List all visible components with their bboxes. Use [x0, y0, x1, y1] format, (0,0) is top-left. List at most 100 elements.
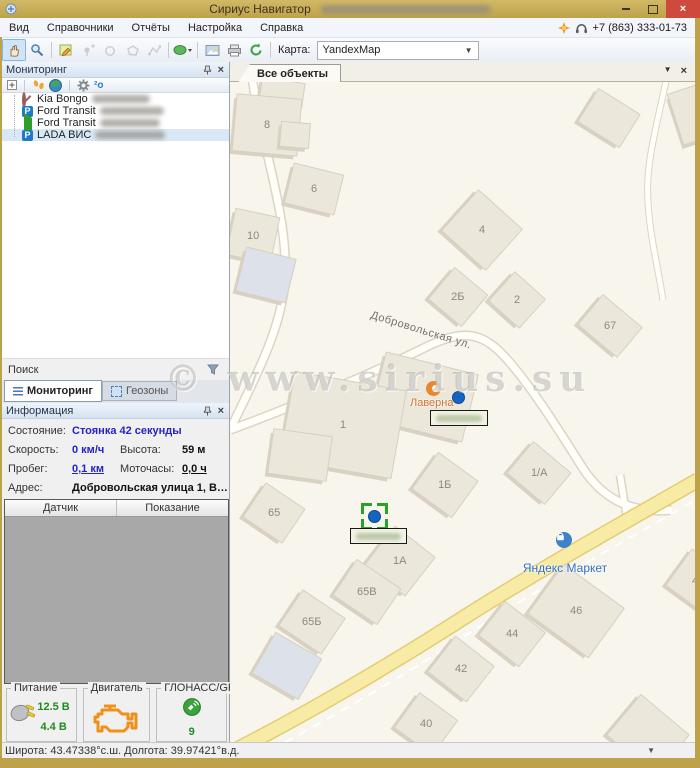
footprints-icon[interactable]	[32, 79, 45, 91]
map-building	[267, 428, 333, 482]
blurred-plate	[92, 95, 150, 103]
toolbar-separator	[197, 42, 198, 58]
laverna-poi-icon	[426, 381, 441, 396]
close-button[interactable]: ×	[666, 0, 700, 18]
chevron-down-icon[interactable]: ▼	[647, 746, 655, 755]
voltage-backup: 4.4 В	[40, 721, 66, 733]
zoom-icon	[30, 43, 44, 57]
map-tab-label: Все объекты	[257, 68, 328, 80]
add-polygon-icon	[126, 44, 139, 57]
engine-hours-value[interactable]: 0,0 ч	[182, 463, 207, 475]
refresh-button[interactable]	[245, 40, 267, 60]
engine-gauge: Двигатель	[83, 688, 150, 742]
menu-help[interactable]: Справка	[251, 20, 312, 36]
add-circle-button[interactable]	[99, 40, 121, 60]
info-panel-title: Информация	[6, 405, 73, 417]
vehicle-map-label	[430, 410, 488, 426]
left-panel: Мониторинг × ²o Kia Bongo P F	[2, 62, 230, 742]
print-button[interactable]	[223, 40, 245, 60]
vehicle-row-lada-vis[interactable]: P LADA ВИС	[2, 129, 229, 141]
blurred-plate	[100, 107, 164, 115]
menu-settings[interactable]: Настройка	[179, 20, 251, 36]
sensors-table-header: Датчик Показание	[5, 500, 228, 517]
menu-directories[interactable]: Справочники	[38, 20, 123, 36]
sensors-table: Датчик Показание	[4, 499, 229, 684]
add-point-button[interactable]	[77, 40, 99, 60]
expand-icon[interactable]	[7, 80, 17, 90]
app-icon	[5, 3, 17, 15]
headset-icon	[575, 22, 588, 34]
minimize-button[interactable]	[612, 0, 639, 18]
satellite-count: 9	[157, 726, 226, 738]
search-label: Поиск	[8, 364, 38, 376]
vehicle-row-kia-bongo[interactable]: Kia Bongo	[2, 93, 229, 105]
vehicle-dot-icon[interactable]	[452, 391, 465, 404]
monitoring-panel-title: Мониторинг	[6, 64, 67, 76]
column-sensor[interactable]: Датчик	[5, 500, 116, 516]
vehicle-name: LADA ВИС	[37, 129, 91, 141]
address-label: Адрес:	[8, 482, 43, 494]
color-icon	[173, 44, 193, 56]
address-value: Добровольская улица 1, Высокое, ...	[72, 482, 228, 494]
close-icon[interactable]: ×	[218, 405, 224, 417]
mileage-label: Пробег:	[8, 463, 48, 475]
counter-icon[interactable]: ²o	[94, 80, 103, 91]
add-point-icon	[82, 44, 95, 57]
map-canvas[interactable]: 861042Б26711Б1/А651А65В65Б4244464048 Доб…	[230, 82, 695, 742]
pin-icon[interactable]	[203, 65, 212, 75]
column-reading[interactable]: Показание	[116, 500, 228, 516]
engine-icon	[92, 701, 140, 735]
title-bar: Сириус Навигатор ×	[0, 0, 700, 18]
toolbar-separator	[270, 42, 271, 58]
chevron-down-icon[interactable]: ▼	[664, 65, 672, 77]
globe-icon[interactable]	[49, 79, 62, 92]
gear-icon[interactable]	[77, 79, 90, 92]
blurred-plate	[95, 131, 165, 139]
tab-label: Мониторинг	[27, 385, 93, 397]
status-parked-icon: P	[22, 130, 33, 141]
map-select-label: Карта:	[278, 44, 311, 56]
map-edit-button[interactable]	[55, 40, 77, 60]
blurred-plate	[436, 415, 482, 422]
map-tab-all-objects[interactable]: Все объекты	[238, 64, 341, 83]
tab-label: Геозоны	[126, 385, 168, 397]
add-polygon-button[interactable]	[121, 40, 143, 60]
gauge-panels: Питание 12.5 В 4.4 В Двигатель ГЛОНАСС/G…	[2, 684, 229, 742]
map-select-combobox[interactable]: YandexMap ▼	[317, 41, 479, 60]
blurred-plate	[100, 119, 160, 127]
screenshot-button[interactable]	[201, 40, 223, 60]
map-edit-icon	[59, 43, 73, 57]
close-icon[interactable]: ×	[681, 65, 687, 77]
color-style-button[interactable]	[172, 40, 194, 60]
close-icon[interactable]: ×	[218, 64, 224, 76]
zoom-tool-button[interactable]	[26, 40, 48, 60]
selection-bracket-icon[interactable]	[361, 503, 388, 530]
tab-monitoring[interactable]: Мониторинг	[4, 380, 102, 402]
vehicle-name: Kia Bongo	[37, 93, 88, 105]
alert-icon[interactable]	[558, 22, 570, 34]
menu-view[interactable]: Вид	[0, 20, 38, 36]
vehicle-dot-icon	[368, 510, 381, 523]
support-phone: +7 (863) 333-01-73	[593, 22, 687, 34]
panel-tabs: Мониторинг Геозоны	[2, 380, 229, 403]
toolbar-separator	[168, 42, 169, 58]
tree-guides	[14, 95, 15, 137]
vehicle-name: Ford Transit	[37, 105, 96, 117]
pin-icon[interactable]	[203, 406, 212, 416]
speed-label: Скорость:	[8, 444, 59, 456]
filter-icon[interactable]	[207, 364, 219, 375]
state-label: Состояние:	[8, 425, 66, 437]
vehicle-row-ford-transit-2[interactable]: Ford Transit	[2, 117, 229, 129]
menu-reports[interactable]: Отчёты	[123, 20, 179, 36]
minimize-icon	[622, 8, 630, 10]
power-gauge-title: Питание	[11, 682, 60, 694]
add-polyline-button[interactable]	[143, 40, 165, 60]
maximize-button[interactable]	[639, 0, 666, 18]
mileage-value[interactable]: 0,1 км	[72, 463, 104, 475]
vehicle-row-ford-transit-1[interactable]: P Ford Transit	[2, 105, 229, 117]
sensors-table-body	[5, 517, 228, 683]
tab-geozones[interactable]: Геозоны	[102, 381, 177, 401]
application-window: Сириус Навигатор × Вид Справочники Отчёт…	[0, 0, 700, 768]
list-icon	[13, 387, 23, 396]
hand-tool-button[interactable]	[2, 39, 26, 61]
